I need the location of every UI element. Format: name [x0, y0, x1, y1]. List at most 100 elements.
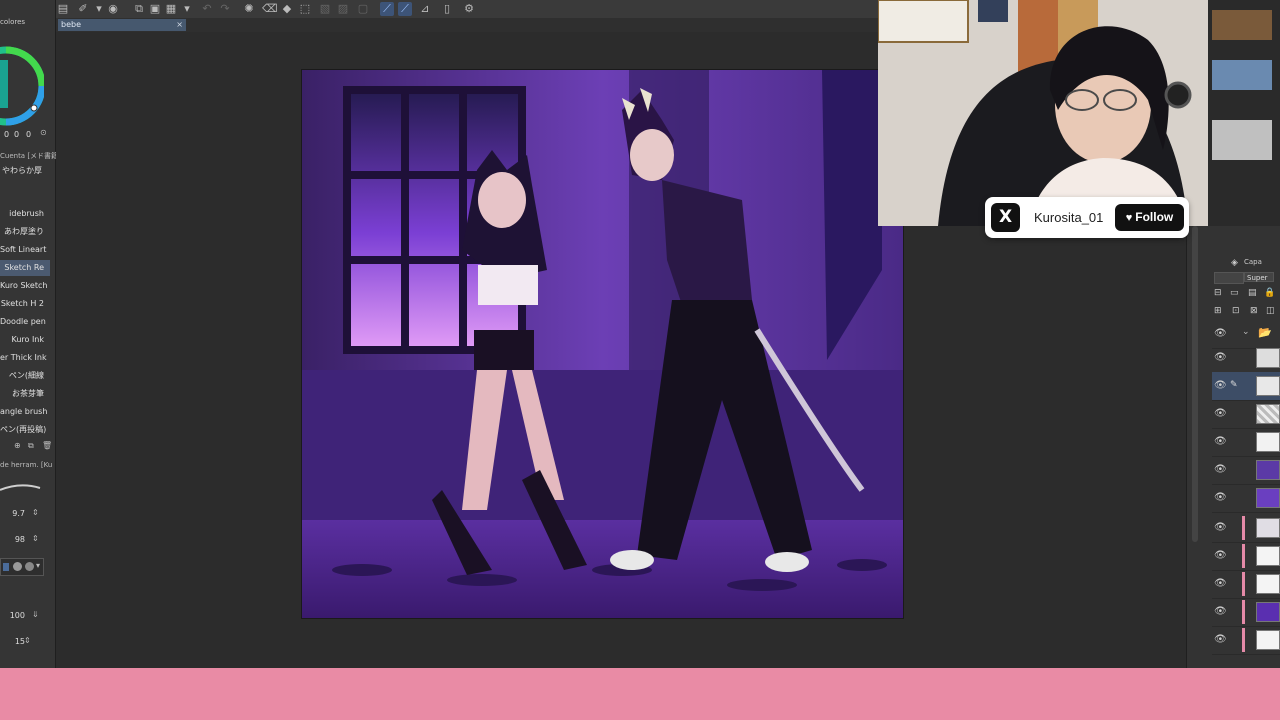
eye-icon[interactable]: 👁	[1214, 634, 1227, 645]
brush-size-value[interactable]: 9.7	[12, 509, 25, 518]
brush-item-selected[interactable]: Sketch Re	[0, 260, 50, 276]
layer-row[interactable]: 👁	[1212, 484, 1280, 513]
layer-filter-dropdown[interactable]	[1214, 272, 1244, 284]
layer-copy-icon[interactable]: ▦	[164, 2, 178, 16]
fill-icon[interactable]: ◆	[280, 2, 294, 16]
brush-stroke-preview	[0, 484, 41, 491]
stabilization-stepper[interactable]: ⇕	[24, 636, 31, 645]
new-raster-layer-icon[interactable]: ⊞	[1214, 306, 1222, 316]
layer-panel-scrollbar[interactable]	[1192, 226, 1198, 542]
view-icon[interactable]: ◉	[106, 2, 120, 16]
delete-brush-icon[interactable]: 🗑	[42, 441, 52, 450]
special-ruler-snap-icon[interactable]: ⟋	[398, 2, 412, 16]
settings-icon[interactable]: ⚙	[462, 2, 476, 16]
lock-icon[interactable]: 🔒	[1264, 288, 1275, 298]
layer-row[interactable]: 👁	[1212, 514, 1280, 543]
tip-option[interactable]	[3, 563, 9, 571]
webcam-feed	[878, 0, 1280, 226]
save-icon[interactable]: ▤	[56, 2, 70, 16]
loading-icon[interactable]: ✺	[242, 2, 256, 16]
tab-bebe[interactable]: bebe ×	[58, 19, 186, 31]
color-settings-icon[interactable]: ⊙	[40, 128, 47, 137]
brush-item[interactable]: Kuro Ink	[0, 332, 50, 348]
eye-icon[interactable]: 👁	[1214, 352, 1227, 363]
anti-alias-icon[interactable]: ⇓	[32, 610, 39, 619]
brush-size-stepper[interactable]: ⇕	[32, 508, 39, 517]
select-all-icon[interactable]: ▧	[318, 2, 332, 16]
layer-row-selected[interactable]: 👁 ✎	[1212, 372, 1280, 401]
brush-label: お茶芽筆	[12, 389, 44, 398]
brush-tip-selector[interactable]: ▾	[0, 558, 44, 576]
brush-item[interactable]: angle brush	[0, 404, 50, 420]
eye-icon[interactable]: 👁	[1214, 550, 1227, 561]
chevron-down-icon[interactable]: ▾	[92, 2, 106, 16]
duplicate-brush-icon[interactable]: ⧉	[28, 441, 34, 451]
opacity-stepper[interactable]: ⇕	[32, 534, 39, 543]
opacity-value[interactable]: 98	[15, 535, 25, 544]
brush-item[interactable]: Doodle pen	[0, 314, 50, 330]
layer-clip-icon[interactable]: ▭	[1230, 288, 1239, 298]
new-brush-icon[interactable]: ⊕	[14, 441, 21, 450]
tip-option[interactable]	[13, 562, 22, 571]
artwork-canvas[interactable]	[302, 70, 903, 618]
tip-option[interactable]	[25, 562, 34, 571]
layer-row[interactable]: 👁	[1212, 542, 1280, 571]
brush-item[interactable]: お茶芽筆	[0, 386, 50, 402]
anti-alias-value[interactable]: 100	[10, 611, 25, 620]
layer-row[interactable]: 👁	[1212, 400, 1280, 429]
brush-item[interactable]: Soft Lineart	[0, 242, 50, 258]
layer-thumbnail	[1256, 488, 1280, 508]
undo-icon[interactable]: ↶	[200, 2, 214, 16]
invert-selection-icon[interactable]: ▢	[356, 2, 370, 16]
layer-row[interactable]: 👁	[1212, 456, 1280, 485]
grid-snap-icon[interactable]: ⊿	[418, 2, 432, 16]
eye-icon[interactable]: 👁	[1214, 492, 1227, 503]
x-logo-icon: X	[991, 203, 1020, 232]
layer-reference-icon[interactable]: ▤	[1248, 288, 1257, 298]
paste-icon[interactable]: ▣	[148, 2, 162, 16]
brush-item[interactable]: あわ厚塗り	[0, 224, 50, 240]
eye-icon[interactable]: 👁	[1214, 464, 1227, 475]
eye-icon[interactable]: 👁	[1214, 578, 1227, 589]
layer-row[interactable]: 👁	[1212, 570, 1280, 599]
eye-icon[interactable]: 👁	[1214, 436, 1227, 447]
brush-group-item[interactable]: やわらか厚	[0, 163, 50, 179]
color-wheel[interactable]	[0, 32, 44, 130]
eye-icon[interactable]: 👁	[1214, 606, 1227, 617]
layer-row[interactable]: 👁	[1212, 598, 1280, 627]
brush-item[interactable]: Sketch H 2	[0, 296, 50, 312]
layer-row[interactable]: 👁	[1212, 428, 1280, 457]
brush-item[interactable]: Kuro Sketch	[0, 278, 50, 294]
close-icon[interactable]: ×	[176, 19, 183, 31]
dropdown-icon[interactable]: ▾	[180, 2, 194, 16]
brush-label: ペン(再投稿)	[0, 425, 47, 434]
eye-icon[interactable]: 👁	[1214, 328, 1227, 339]
brush-item[interactable]: ペン(細線	[0, 368, 50, 384]
new-folder-icon[interactable]: ⊠	[1250, 306, 1258, 316]
brush-label: Kuro Sketch	[0, 281, 48, 290]
redo-icon[interactable]: ↷	[218, 2, 232, 16]
edit-icon[interactable]: ✐	[76, 2, 90, 16]
mask-icon[interactable]: ◫	[1266, 306, 1275, 316]
eye-icon[interactable]: 👁	[1214, 408, 1227, 419]
follow-button[interactable]: ♥ Follow	[1115, 204, 1184, 231]
clear-icon[interactable]: ⌫	[262, 2, 278, 16]
device-icon[interactable]: ▯	[440, 2, 454, 16]
chevron-down-icon[interactable]: ⌄	[1242, 327, 1250, 337]
deselect-icon[interactable]: ▨	[336, 2, 350, 16]
layer-row[interactable]: 👁	[1212, 626, 1280, 655]
brush-item[interactable]: ペン(再投稿)	[0, 422, 50, 438]
layer-lock-icon[interactable]: ⊟	[1214, 288, 1222, 298]
layer-row[interactable]: 👁	[1212, 344, 1280, 373]
ruler-snap-icon[interactable]: ⟋	[380, 2, 394, 16]
brush-item[interactable]: idebrush	[0, 206, 50, 222]
eye-icon[interactable]: 👁	[1214, 380, 1227, 391]
chevron-down-icon[interactable]: ▾	[36, 561, 40, 570]
transform-icon[interactable]: ⬚	[298, 2, 312, 16]
eye-icon[interactable]: 👁	[1214, 522, 1227, 533]
copy-icon[interactable]: ⧉	[132, 2, 146, 16]
brush-label: Sketch Re	[4, 263, 44, 272]
new-vector-layer-icon[interactable]: ⊡	[1232, 306, 1240, 316]
blend-mode-dropdown[interactable]: Super	[1244, 272, 1274, 282]
brush-item[interactable]: er Thick Ink	[0, 350, 50, 366]
